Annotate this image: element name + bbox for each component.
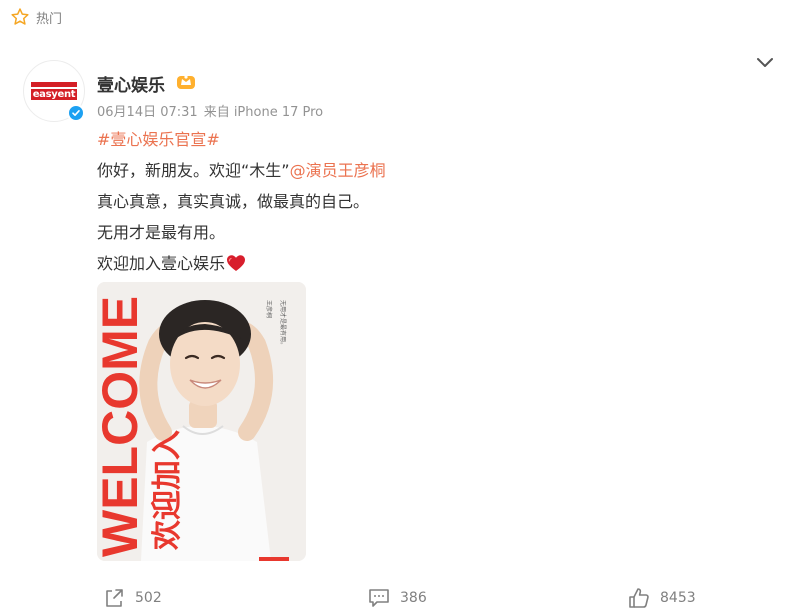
vip-crown-icon[interactable] [176, 72, 196, 90]
banner-welcome: WELCOME [97, 296, 148, 557]
chevron-down-icon[interactable] [755, 56, 775, 70]
caption-name: 王彦桐 [265, 300, 273, 318]
banner-subtitle: 欢迎加入 [150, 430, 185, 551]
heart-icon [227, 255, 246, 271]
mention-link[interactable]: @演员王彦桐 [290, 161, 386, 180]
thumbs-up-icon [629, 588, 649, 608]
feed-tag[interactable]: 热门 [10, 7, 62, 27]
repost-count: 502 [135, 590, 162, 606]
like-count: 8453 [660, 590, 696, 606]
post-source: 来自 iPhone 17 Pro [203, 105, 324, 120]
feed-tag-label: 热门 [36, 11, 63, 27]
post-meta: 06月14日 07:31 来自 iPhone 17 Pro [97, 101, 323, 120]
verified-icon [67, 104, 85, 122]
avatar-logo-text: easyent [30, 89, 78, 100]
post-line-1: 你好，新朋友。欢迎“木生” [97, 161, 290, 180]
comment-button[interactable]: 386 [368, 587, 427, 609]
repost-icon [106, 589, 123, 607]
comment-icon [369, 589, 389, 607]
logo-stripe [31, 82, 77, 87]
like-button[interactable]: 8453 [628, 587, 696, 609]
post-image[interactable]: WELCOME 欢迎加入 王彦桐 无用才是最有用。 [97, 282, 306, 561]
comment-count: 386 [400, 590, 427, 606]
red-accent-bar [259, 557, 289, 561]
star-outline-icon [11, 8, 29, 25]
post-line-3: 无用才是最有用。 [97, 223, 226, 242]
repost-button[interactable]: 502 [103, 587, 162, 609]
post-date[interactable]: 06月14日 07:31 [97, 105, 198, 120]
user-name[interactable]: 壹心娱乐 [97, 71, 165, 96]
caption-quote: 无用才是最有用。 [279, 300, 287, 348]
hashtag-link[interactable]: #壹心娱乐官宣# [97, 130, 220, 149]
post-body: #壹心娱乐官宣# 你好，新朋友。欢迎“木生”@演员王彦桐 真心真意，真实真诚，做… [97, 124, 386, 279]
post-line-4: 欢迎加入壹心娱乐 [97, 254, 226, 273]
avatar[interactable]: easyent [23, 60, 85, 122]
post-line-2: 真心真意，真实真诚，做最真的自己。 [97, 192, 370, 211]
